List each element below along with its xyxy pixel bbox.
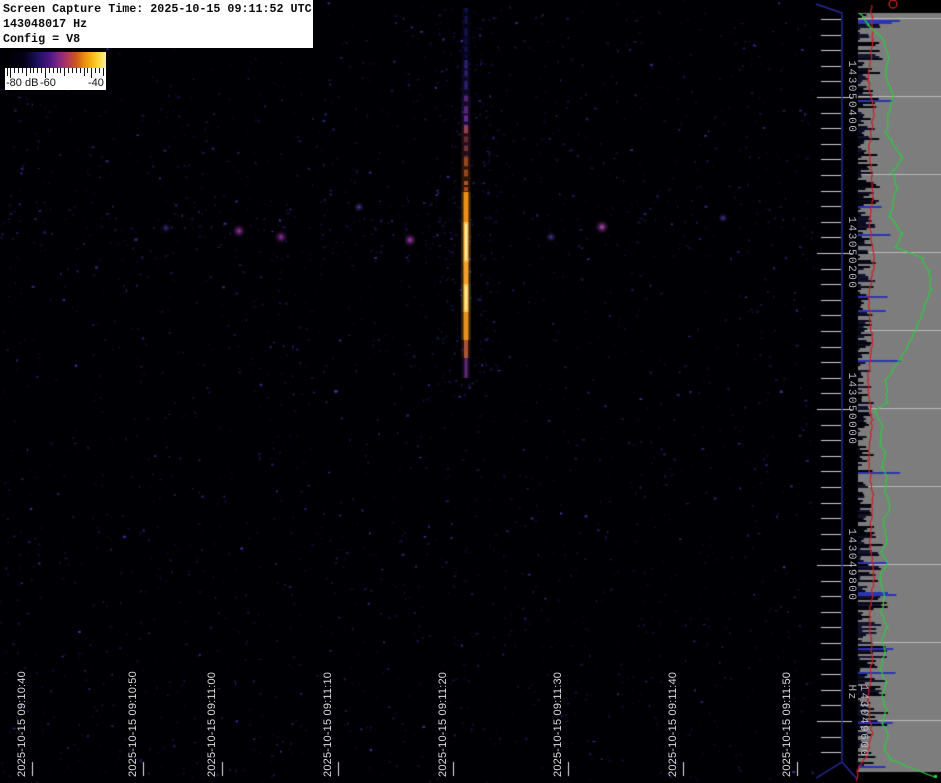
time-label: 2025-10-15 09:11:20: [437, 672, 449, 777]
time-label: 2025-10-15 09:10:50: [127, 671, 139, 777]
ruler-tick: [22, 68, 23, 73]
ruler-tick: [49, 68, 50, 73]
ruler-tick: [26, 68, 27, 76]
ruler-tick: [68, 68, 69, 73]
db-label-60: -60: [40, 77, 56, 89]
capture-time-text: Screen Capture Time: 2025-10-15 09:11:52…: [3, 2, 313, 17]
time-label: 2025-10-15 09:11:50: [781, 672, 793, 777]
config-text: Config = V8: [3, 32, 313, 47]
ruler-tick: [76, 68, 77, 73]
ruler-tick: [103, 68, 104, 76]
ruler-tick: [84, 68, 85, 76]
ruler-tick: [41, 68, 42, 73]
frequency-label: 143050000: [845, 373, 857, 446]
db-label-80: -80 dB: [6, 77, 38, 89]
ruler-tick: [18, 68, 19, 73]
ruler-tick: [14, 68, 15, 73]
frequency-label: 143049800: [845, 529, 857, 602]
ruler-tick: [30, 68, 31, 73]
time-label: 2025-10-15 09:10:40: [16, 671, 28, 777]
color-gradient-bar: [5, 52, 106, 68]
ruler-tick: [72, 68, 73, 73]
frequency-text: 143048017 Hz: [3, 17, 313, 32]
ruler-tick: [95, 68, 96, 73]
spectrogram-app: Screen Capture Time: 2025-10-15 09:11:52…: [0, 0, 941, 783]
ruler-tick: [60, 68, 61, 73]
ruler-tick: [7, 68, 8, 76]
ruler-tick: [33, 68, 34, 73]
ruler-tick: [37, 68, 38, 73]
color-scale-legend: -80 dB -60 -40: [5, 52, 106, 90]
time-label: 2025-10-15 09:11:30: [552, 672, 564, 777]
ruler-tick: [57, 68, 58, 73]
ruler-tick: [53, 68, 54, 73]
time-label: 2025-10-15 09:11:40: [667, 672, 679, 777]
frequency-label: 143049600 Hz: [845, 685, 869, 758]
waterfall-canvas: [0, 0, 941, 783]
frequency-label: 143050400: [845, 61, 857, 134]
time-label: 2025-10-15 09:11:10: [322, 672, 334, 777]
color-scale-labels: -80 dB -60 -40: [5, 77, 106, 90]
ruler-tick: [64, 68, 65, 76]
ruler-tick: [99, 68, 100, 73]
capture-info-box: Screen Capture Time: 2025-10-15 09:11:52…: [0, 0, 313, 48]
frequency-label: 143050200: [845, 217, 857, 290]
db-label-40: -40: [88, 77, 104, 89]
time-label: 2025-10-15 09:11:00: [206, 672, 218, 777]
ruler-tick: [87, 68, 88, 73]
ruler-tick: [80, 68, 81, 73]
